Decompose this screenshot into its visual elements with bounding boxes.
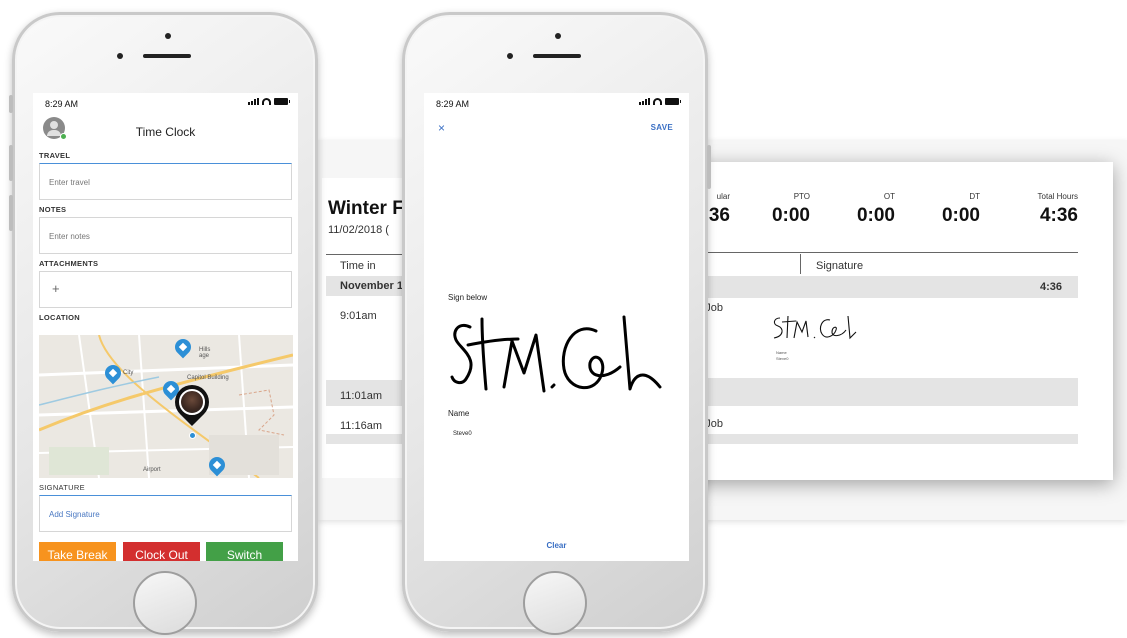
action-bar: Take Break Clock Out Switch xyxy=(33,539,298,561)
page-title: Time Clock xyxy=(135,125,196,139)
signature-field[interactable]: Add Signature xyxy=(39,495,292,532)
mute-switch xyxy=(9,95,13,113)
time-entry: 11:01am xyxy=(340,390,382,402)
signature-label: SIGNATURE xyxy=(39,483,85,492)
time-entry: 11:16am xyxy=(340,420,382,432)
switch-button[interactable]: Switch xyxy=(206,542,283,561)
summary-total-hours: Total Hours 4:36 xyxy=(1037,192,1078,226)
signature-name-caption: Name xyxy=(776,350,787,355)
map-roads xyxy=(39,335,293,478)
divider xyxy=(326,254,412,255)
signature-thumbnail xyxy=(773,315,857,340)
home-button[interactable] xyxy=(523,571,587,635)
name-label: Name xyxy=(448,409,470,418)
name-value: Steve0 xyxy=(453,431,472,437)
signature-pad[interactable] xyxy=(448,311,666,399)
signal-icon xyxy=(639,98,650,105)
status-time: 8:29 AM xyxy=(436,99,470,109)
map-label: City xyxy=(123,370,134,376)
timesheet-date: 11/02/2018 ( xyxy=(328,224,389,236)
earpiece-speaker xyxy=(143,54,191,58)
earpiece-speaker xyxy=(533,54,581,58)
power-button xyxy=(707,145,711,189)
location-map[interactable]: Hills age Capitol Building City Airport xyxy=(39,335,293,478)
front-camera xyxy=(165,33,171,39)
notes-label: NOTES xyxy=(39,205,67,214)
proximity-sensor xyxy=(507,53,513,59)
travel-input[interactable]: Enter travel xyxy=(39,163,292,200)
attachments-field[interactable]: + xyxy=(39,271,292,308)
day-row xyxy=(690,276,1078,298)
time-entry: 9:01am xyxy=(340,310,377,322)
volume-up-button xyxy=(9,145,13,181)
footer-row xyxy=(326,434,412,444)
map-label: age xyxy=(199,353,210,359)
travel-label: TRAVEL xyxy=(39,151,71,160)
signature-screen: 8:29 AM × SAVE Sign below Name Steve0 Cl… xyxy=(424,93,689,561)
home-button[interactable] xyxy=(133,571,197,635)
phone-signature: 8:29 AM × SAVE Sign below Name Steve0 Cl… xyxy=(402,12,711,635)
clock-out-button[interactable]: Clock Out xyxy=(123,542,200,561)
day-total: 4:36 xyxy=(1040,281,1063,293)
close-icon[interactable]: × xyxy=(438,121,445,135)
status-icons xyxy=(248,98,290,105)
take-break-button[interactable]: Take Break xyxy=(39,542,116,561)
summary-pto: PTO 0:00 xyxy=(771,192,810,226)
save-button[interactable]: SAVE xyxy=(651,123,673,132)
status-icons xyxy=(639,98,681,105)
col-signature: Signature xyxy=(816,260,864,272)
timesheet-right-page: ular 36 PTO 0:00 OT 0:00 DT 0:00 Total H… xyxy=(690,162,1113,480)
add-attachment-icon[interactable]: + xyxy=(52,281,60,296)
break-row xyxy=(690,378,1078,406)
front-camera xyxy=(555,33,561,39)
summary-dt: DT 0:00 xyxy=(941,192,980,226)
divider xyxy=(690,252,1078,253)
wifi-icon xyxy=(653,98,662,105)
proximity-sensor xyxy=(117,53,123,59)
timesheet-left-page: Winter F 11/02/2018 ( Time in November 1… xyxy=(322,178,412,478)
summary-ot: OT 0:00 xyxy=(856,192,895,226)
status-time: 8:29 AM xyxy=(45,99,79,109)
signature-name-value: Steve0 xyxy=(776,356,789,361)
phone-time-clock: 8:29 AM Time Clock TRAVEL Enter travel N… xyxy=(9,12,318,635)
battery-icon xyxy=(274,98,290,105)
attachments-label: ATTACHMENTS xyxy=(39,259,99,268)
wifi-icon xyxy=(262,98,271,105)
user-photo xyxy=(179,389,205,415)
clear-button[interactable]: Clear xyxy=(424,541,689,550)
location-label: LOCATION xyxy=(39,313,81,322)
time-clock-screen: 8:29 AM Time Clock TRAVEL Enter travel N… xyxy=(33,93,298,561)
timesheet-title: Winter F xyxy=(328,198,404,219)
travel-placeholder: Enter travel xyxy=(49,178,90,187)
day-label: November 1 xyxy=(340,280,403,292)
sign-below-label: Sign below xyxy=(448,293,488,302)
map-label: Airport xyxy=(143,467,161,473)
add-signature-link[interactable]: Add Signature xyxy=(49,510,100,519)
footer-row xyxy=(690,434,1078,444)
map-label: Capitol Building xyxy=(187,375,229,381)
notes-placeholder: Enter notes xyxy=(49,232,90,241)
column-divider xyxy=(800,254,801,274)
notes-input[interactable]: Enter notes xyxy=(39,217,292,254)
volume-down-button xyxy=(9,195,13,231)
signal-icon xyxy=(248,98,259,105)
current-location-dot xyxy=(189,432,196,439)
battery-icon xyxy=(665,98,681,105)
col-time-in: Time in xyxy=(340,260,376,272)
